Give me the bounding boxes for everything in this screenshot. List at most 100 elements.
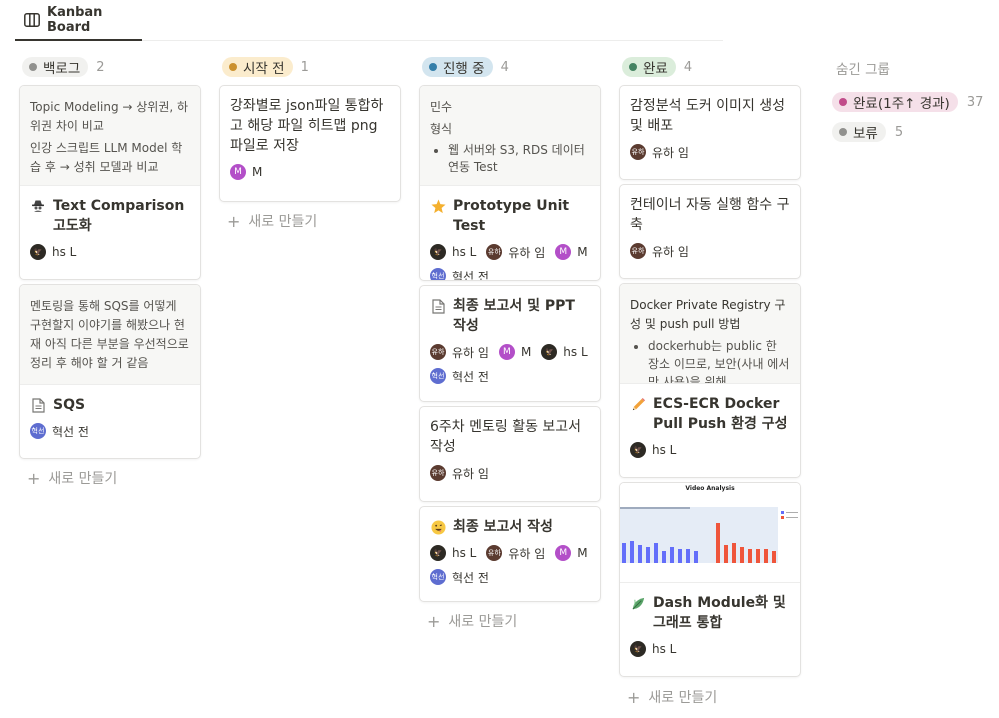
status-pill[interactable]: 보류	[832, 122, 886, 142]
person: 혁선 혁선 전	[430, 567, 489, 587]
preview-text: 민수	[430, 100, 453, 114]
preview-text: 멘토링을 통해 SQS를 어떻게 구현할지 이야기를 해봤으나 현재 아직 다른…	[30, 299, 189, 370]
card[interactable]: Docker Private Registry 구성 및 push pull 방…	[619, 283, 801, 478]
column-count: 2	[96, 59, 105, 75]
group-count: 5	[894, 124, 904, 140]
person-name: hs L	[563, 345, 588, 359]
card-people: 🦅 hs L	[620, 633, 800, 667]
person: MM	[555, 242, 588, 262]
person-name: 유하 임	[452, 345, 489, 360]
person: 혁선 혁선 전	[430, 266, 489, 280]
preview-text: Docker Private Registry 구성 및 push pull 방…	[630, 298, 786, 331]
plus-icon: +	[227, 211, 241, 231]
card[interactable]: 멘토링을 통해 SQS를 어떻게 구현할지 이야기를 해봤으나 현재 아직 다른…	[19, 284, 201, 459]
avatar: 🦅	[30, 244, 46, 260]
card-people: MM	[220, 156, 400, 190]
status-pill[interactable]: 완료(1주↑ 경과)	[832, 92, 958, 112]
person: 유하 유하 임	[430, 463, 489, 483]
avatar: 혁선	[430, 268, 446, 280]
card-people: 유하 유하 임	[620, 136, 800, 170]
status-pill[interactable]: 진행 중	[422, 57, 493, 77]
new-card-button[interactable]: + 새로 만들기	[19, 466, 117, 490]
card[interactable]: 컨테이너 자동 실행 함수 구축 유하 유하 임	[619, 184, 801, 279]
card-title-text: 최종 보고서 작성	[453, 519, 553, 535]
card[interactable]: 민수 형식 웹 서버와 S3, RDS 데이터 연동 Test Prototyp…	[419, 85, 601, 281]
person-name: hs L	[52, 245, 77, 259]
person: 🦅 hs L	[630, 639, 676, 659]
person: MM	[555, 543, 588, 563]
status-pill[interactable]: 완료	[622, 57, 676, 77]
card-people: 유하 유하 임 MM 🦅 hs L 혁선 혁선 전	[420, 336, 600, 394]
card[interactable]: 감정분석 도커 이미지 생성 및 배포 유하 유하 임	[619, 85, 801, 180]
person: MM	[498, 342, 531, 362]
card-title: 컨테이너 자동 실행 함수 구축	[620, 185, 800, 235]
avatar: 🦅	[430, 244, 446, 260]
person: 유하 유하 임	[486, 543, 545, 563]
card[interactable]: 6주차 멘토링 활동 보고서 작성 유하 유하 임	[419, 406, 601, 502]
card-preview: Docker Private Registry 구성 및 push pull 방…	[620, 284, 800, 384]
card-preview: Topic Modeling → 상위권, 하위권 차이 비교 인강 스크립트 …	[20, 86, 200, 186]
avatar: 혁선	[430, 368, 446, 384]
column-in-progress: 진행 중 4 민수 형식 웹 서버와 S3, RDS 데이터 연동 Test P…	[419, 54, 601, 631]
card[interactable]: 강좌별로 json파일 통합하고 해당 파일 히트맵 png 파일로 저장 MM	[219, 85, 401, 202]
hidden-group-item[interactable]: 보류 5	[832, 122, 992, 142]
board-icon	[24, 12, 40, 27]
avatar: M	[555, 545, 572, 561]
status-label: 완료(1주↑ 경과)	[853, 96, 950, 112]
card-title-text: Prototype Unit Test	[453, 198, 570, 234]
new-card-button[interactable]: + 새로 만들기	[219, 209, 317, 233]
star-icon	[430, 196, 446, 216]
cover-chart-graphic	[620, 507, 798, 563]
status-dot	[629, 63, 637, 71]
card[interactable]: Video Analysis Dash Module화 및 그래프 통합 🦅 hs…	[619, 482, 801, 677]
card-title-text: 감정분석 도커 이미지 생성 및 배포	[630, 98, 786, 134]
avatar: 유하	[486, 244, 503, 260]
person: 혁선 혁선 전	[30, 421, 89, 441]
new-card-button[interactable]: + 새로 만들기	[419, 609, 517, 633]
view-tabbar: Kanban Board	[15, 0, 723, 41]
card-preview: 멘토링을 통해 SQS를 어떻게 구현할지 이야기를 해봤으나 현재 아직 다른…	[20, 285, 200, 385]
status-dot	[839, 98, 847, 106]
status-label: 완료	[643, 61, 668, 77]
person-name: M	[252, 165, 263, 179]
pencil-icon	[630, 394, 646, 414]
spy-icon	[30, 196, 46, 216]
person: 유하 유하 임	[630, 241, 689, 261]
column-backlog: 백로그 2 Topic Modeling → 상위권, 하위권 차이 비교 인강…	[19, 54, 201, 488]
card[interactable]: 최종 보고서 및 PPT 작성 유하 유하 임 MM 🦅 hs L 혁선 혁선 전	[419, 285, 601, 402]
card-people: 유하 유하 임	[420, 457, 600, 491]
card[interactable]: Topic Modeling → 상위권, 하위권 차이 비교 인강 스크립트 …	[19, 85, 201, 280]
status-pill[interactable]: 백로그	[22, 57, 89, 77]
card-title-text: 6주차 멘토링 활동 보고서 작성	[430, 419, 582, 455]
person-name: 유하 임	[452, 466, 489, 481]
avatar: 유하	[430, 344, 446, 360]
avatar: M	[498, 344, 515, 360]
avatar: M	[555, 244, 572, 260]
person: 🦅 hs L	[630, 440, 676, 460]
new-card-label: 새로 만들기	[248, 214, 318, 230]
column-not-started: 시작 전 1 강좌별로 json파일 통합하고 해당 파일 히트맵 png 파일…	[219, 54, 401, 231]
card-title-text: Text Comparison 고도화	[53, 198, 185, 234]
group-count: 37	[966, 94, 984, 110]
person: 유하 유하 임	[630, 142, 689, 162]
card-title: Prototype Unit Test	[420, 186, 600, 236]
tab-kanban-board[interactable]: Kanban Board	[15, 0, 142, 41]
plus-icon: +	[27, 468, 41, 488]
avatar: 유하	[630, 243, 646, 259]
avatar: 유하	[430, 465, 446, 481]
card-people: 🦅 hs L	[20, 236, 200, 270]
avatar: 🦅	[630, 442, 646, 458]
status-label: 시작 전	[243, 61, 285, 77]
new-card-label: 새로 만들기	[448, 614, 518, 630]
new-card-button[interactable]: + 새로 만들기	[619, 685, 717, 709]
person: 🦅 hs L	[430, 543, 476, 563]
card[interactable]: 최종 보고서 작성 🦅 hs L 유하 유하 임 MM 혁선 혁선 전	[419, 506, 601, 602]
card-title: 최종 보고서 및 PPT 작성	[420, 286, 600, 336]
person-name: 혁선 전	[452, 570, 489, 585]
document-icon	[30, 395, 46, 415]
tab-label: Kanban Board	[47, 4, 103, 35]
status-pill[interactable]: 시작 전	[222, 57, 293, 77]
avatar: 🦅	[541, 344, 558, 360]
column-count: 1	[300, 59, 309, 75]
hidden-group-item[interactable]: 완료(1주↑ 경과) 37	[832, 92, 992, 112]
